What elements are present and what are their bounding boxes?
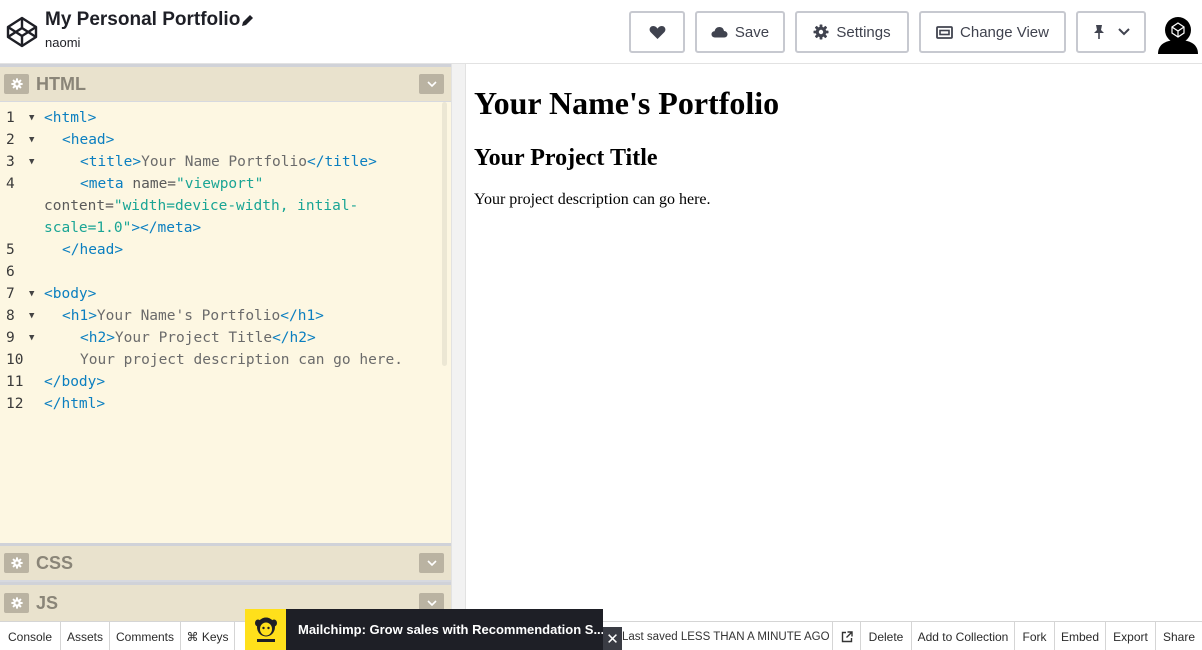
sponsor-ad-text[interactable]: Mailchimp: Grow sales with Recommendatio… <box>298 622 603 637</box>
fold-arrow-icon[interactable]: ▼ <box>29 151 34 173</box>
fold-arrow-icon[interactable]: ▼ <box>29 107 34 129</box>
editor-scrollbar[interactable] <box>442 102 447 366</box>
pin-menu-button[interactable] <box>1076 11 1146 53</box>
layout-icon <box>936 25 953 39</box>
result-preview: Your Name's Portfolio Your Project Title… <box>466 64 1202 621</box>
cloud-icon <box>711 27 728 38</box>
love-button[interactable] <box>629 11 685 53</box>
resize-handle[interactable] <box>451 64 466 621</box>
html-panel-header[interactable]: HTML <box>0 64 451 101</box>
embed-button[interactable]: Embed <box>1054 622 1105 650</box>
preview-paragraph: Your project description can go here. <box>474 191 711 208</box>
external-link-icon <box>841 630 853 642</box>
css-panel-title: CSS <box>36 552 74 573</box>
chevron-down-icon <box>426 81 437 87</box>
add-to-collection-button[interactable]: Add to Collection <box>911 622 1014 650</box>
save-button-label: Save <box>734 23 770 41</box>
assets-button[interactable]: Assets <box>61 622 110 650</box>
pen-owner[interactable]: naomi <box>45 35 80 50</box>
ad-close-button[interactable]: ✕ <box>603 627 622 650</box>
html-code-editor[interactable]: 1 ▼ <html> 2 ▼ <head> 3 ▼ <title>Your Name … <box>0 102 451 543</box>
app-header: My Personal Portfolio naomi Save Setting… <box>0 0 1202 64</box>
change-view-button[interactable]: Change View <box>919 11 1066 53</box>
keys-button[interactable]: ⌘ Keys <box>181 622 235 650</box>
css-settings-button[interactable] <box>4 553 29 573</box>
js-panel-title: JS <box>36 592 59 613</box>
preview-subheading: Your Project Title <box>474 145 658 171</box>
fold-arrow-icon[interactable]: ▼ <box>29 327 34 349</box>
gear-icon <box>813 24 829 40</box>
chevron-down-icon <box>426 600 437 606</box>
last-saved-status: Last saved LESS THAN A MINUTE AGO <box>622 622 830 650</box>
fork-button[interactable]: Fork <box>1014 622 1054 650</box>
editors-column: HTML 1 ▼ <html> 2 ▼ <head> 3 ▼ <title>Your … <box>0 64 451 621</box>
user-avatar-icon[interactable] <box>1156 13 1200 55</box>
open-external-button[interactable] <box>832 622 860 650</box>
chevron-down-icon <box>1118 28 1130 36</box>
delete-button[interactable]: Delete <box>860 622 911 650</box>
share-button[interactable]: Share <box>1155 622 1202 650</box>
fold-arrow-icon[interactable]: ▼ <box>29 283 34 305</box>
html-panel-title: HTML <box>36 73 86 94</box>
pencil-edit-icon[interactable] <box>241 13 255 27</box>
fold-arrow-icon[interactable]: ▼ <box>29 129 34 151</box>
gear-icon <box>10 78 23 90</box>
comments-button[interactable]: Comments <box>110 622 181 650</box>
preview-heading: Your Name's Portfolio <box>474 85 780 121</box>
save-button[interactable]: Save <box>695 11 785 53</box>
settings-button[interactable]: Settings <box>795 11 909 53</box>
chevron-down-icon <box>426 560 437 566</box>
last-saved-time: LESS THAN A MINUTE AGO <box>680 630 830 643</box>
settings-button-label: Settings <box>836 23 891 41</box>
pen-title[interactable]: My Personal Portfolio <box>45 9 240 31</box>
export-button[interactable]: Export <box>1105 622 1155 650</box>
css-collapse-button[interactable] <box>419 553 444 573</box>
pin-icon <box>1094 25 1104 39</box>
gear-icon <box>10 557 23 569</box>
heart-icon <box>649 25 665 39</box>
fold-arrow-icon[interactable]: ▼ <box>29 305 34 327</box>
last-saved-label: Last saved <box>622 630 678 643</box>
gear-icon <box>10 597 23 609</box>
html-collapse-button[interactable] <box>419 74 444 94</box>
change-view-button-label: Change View <box>960 23 1049 41</box>
sponsor-ad[interactable]: Mailchimp: Grow sales with Recommendatio… <box>245 609 603 650</box>
codepen-logo-icon[interactable] <box>6 16 38 48</box>
console-button[interactable]: Console <box>0 622 61 650</box>
html-settings-button[interactable] <box>4 74 29 94</box>
js-settings-button[interactable] <box>4 593 29 613</box>
css-panel-header[interactable]: CSS <box>0 543 451 580</box>
mailchimp-logo-icon <box>245 609 286 650</box>
